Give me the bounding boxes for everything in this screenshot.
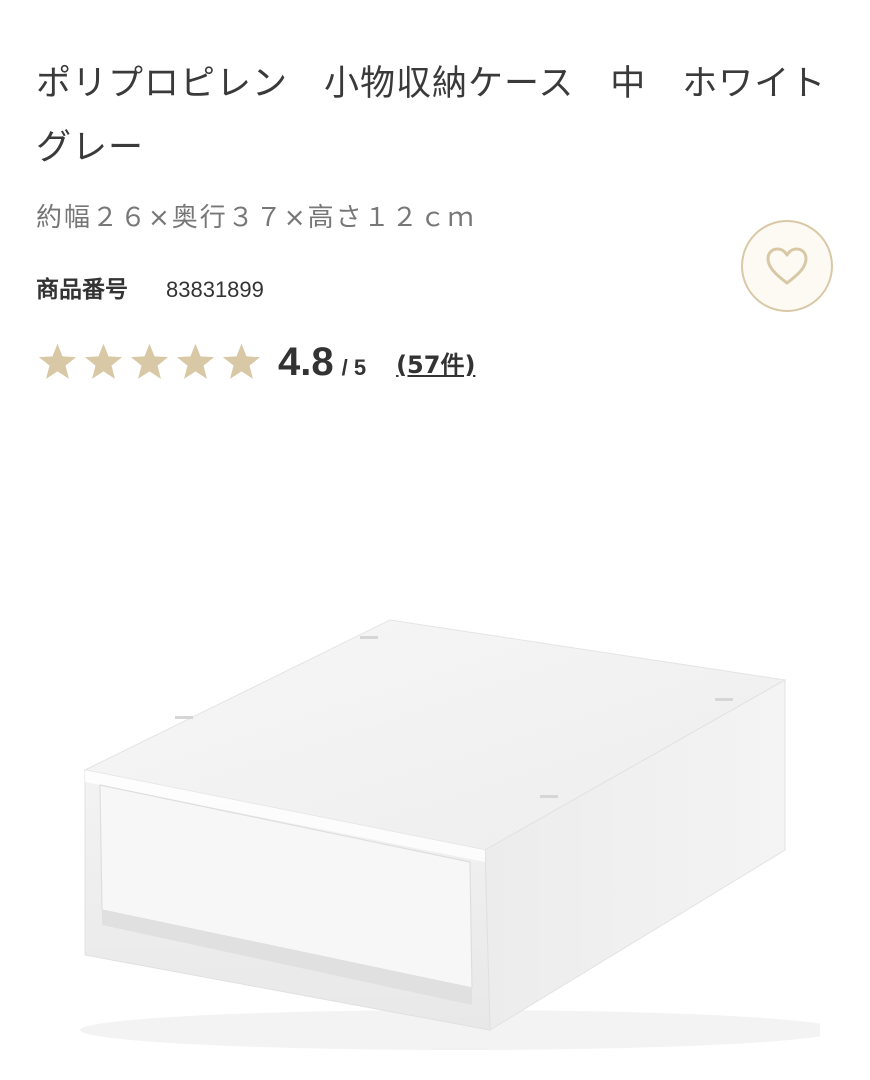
rating-row: 4.8 / 5 (57件) — [36, 334, 475, 390]
rating-out-of: / 5 — [341, 355, 367, 380]
storage-case-image — [80, 619, 820, 1050]
star-icon — [130, 343, 169, 379]
star-icon — [176, 343, 215, 379]
star-icon — [38, 343, 77, 379]
favorite-button[interactable] — [741, 220, 833, 312]
rating-stars — [36, 342, 266, 382]
star-icon — [84, 343, 123, 379]
review-count-link[interactable]: (57件) — [396, 345, 475, 380]
rating-score: 4.8 — [278, 339, 334, 384]
product-number-label: 商品番号 — [36, 277, 128, 303]
product-number-value: 83831899 — [166, 277, 264, 302]
star-icon — [222, 343, 261, 379]
heart-icon — [766, 247, 808, 285]
product-title: ポリプロピレン 小物収納ケース 中 ホワイトグレー — [36, 64, 827, 168]
product-number-row: 商品番号 83831899 — [36, 270, 264, 304]
product-size: 約幅２６×奥行３７×高さ１２ｃｍ — [36, 203, 476, 233]
